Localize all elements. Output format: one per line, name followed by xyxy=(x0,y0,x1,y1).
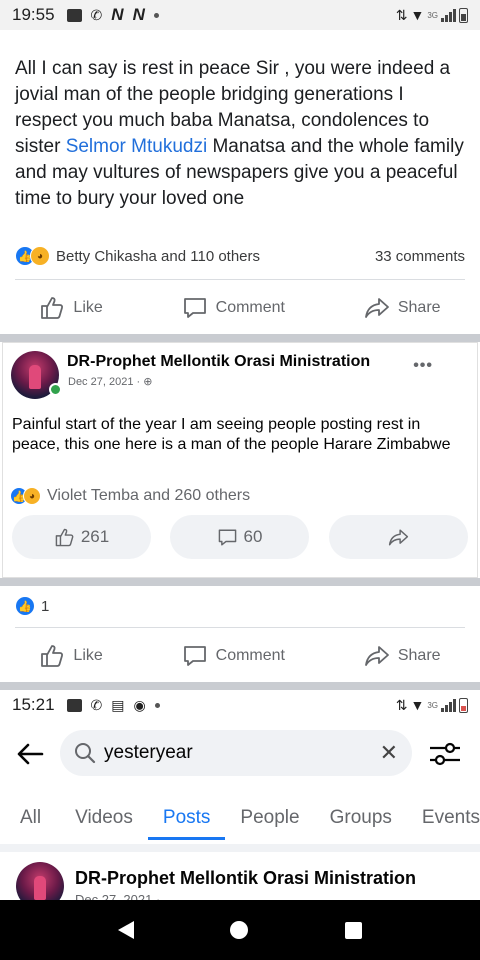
search-input[interactable] xyxy=(104,742,380,764)
reactions-row[interactable]: 👍 ◕ Betty Chikasha and 110 others 33 com… xyxy=(15,246,465,266)
comment-count: 60 xyxy=(243,527,263,546)
post-date: Dec 27, 2021 · ⊕ xyxy=(68,375,152,388)
gallery-notification-icon xyxy=(66,698,82,712)
news-notification-icon: N xyxy=(111,5,124,24)
like-count: 261 xyxy=(80,527,110,546)
android-nav-bar xyxy=(0,900,480,960)
share-icon xyxy=(364,646,389,666)
battery-icon xyxy=(459,697,468,713)
action-bar-2: Like Comment Share xyxy=(0,636,480,676)
data-transfer-icon: ⇅ xyxy=(395,697,408,713)
search-bar[interactable]: ✕ xyxy=(60,730,412,776)
wifi-icon: ▼ xyxy=(410,697,425,713)
comment-icon xyxy=(218,529,236,545)
news-notification-icon-2: N xyxy=(132,5,145,24)
sad-reaction-icon: ◕ xyxy=(30,246,50,266)
comment-label: Comment xyxy=(215,299,285,316)
mention-link[interactable]: Selmor Mtukudzi xyxy=(66,136,208,157)
gallery-notification-icon xyxy=(66,8,82,22)
comments-count[interactable]: 33 comments xyxy=(375,248,465,265)
share-label: Share xyxy=(397,647,441,664)
comment-button[interactable]: Comment xyxy=(182,295,285,321)
tab-groups[interactable]: Groups xyxy=(330,796,392,840)
reactions-row-2[interactable]: 👍 1 xyxy=(15,596,465,616)
tab-videos[interactable]: Videos xyxy=(75,796,133,840)
signal-icon xyxy=(441,8,456,22)
post-reactions-row[interactable]: 👍 ◕ Violet Temba and 260 others xyxy=(10,487,250,505)
messenger-icon: ◉ xyxy=(133,697,146,713)
data-transfer-icon: ⇅ xyxy=(395,7,408,23)
divider xyxy=(15,627,465,628)
like-count-button[interactable]: 261 xyxy=(12,515,151,559)
status-bar-top: 19:55 ✆ N N ⇅ ▼ 3G xyxy=(0,0,480,30)
share-button[interactable]: Share xyxy=(364,643,441,669)
wifi-icon: ▼ xyxy=(410,7,425,23)
battery-icon xyxy=(459,7,468,23)
tab-people[interactable]: People xyxy=(240,796,299,840)
share-label: Share xyxy=(397,299,441,316)
tabs-divider xyxy=(0,844,480,852)
section-separator xyxy=(0,682,480,690)
section-separator xyxy=(0,578,480,586)
more-notifications-icon xyxy=(154,702,160,708)
reaction-count[interactable]: 1 xyxy=(41,598,49,615)
filter-icon[interactable] xyxy=(428,738,462,770)
like-button[interactable]: Like xyxy=(39,295,103,321)
share-icon xyxy=(388,529,409,545)
whatsapp-icon: ✆ xyxy=(90,7,103,23)
whatsapp-icon: ✆ xyxy=(90,697,103,713)
like-label: Like xyxy=(73,299,103,316)
signal-icon xyxy=(441,698,456,712)
share-icon xyxy=(364,298,389,318)
reactions-summary[interactable]: Betty Chikasha and 110 others xyxy=(56,248,260,265)
online-indicator-icon xyxy=(49,383,62,396)
search-icon xyxy=(75,743,96,764)
result-author-name[interactable]: DR-Prophet Mellontik Orasi Ministration xyxy=(75,868,416,889)
like-button[interactable]: Like xyxy=(39,643,103,669)
like-icon xyxy=(41,645,64,667)
status-time: 15:21 xyxy=(12,695,55,714)
more-notifications-icon xyxy=(153,12,159,18)
like-icon xyxy=(55,528,74,546)
nav-back-icon[interactable] xyxy=(118,921,135,939)
message-notification-icon: ▤ xyxy=(111,697,125,713)
comment-label: Comment xyxy=(215,647,285,664)
tab-posts[interactable]: Posts xyxy=(148,796,225,840)
search-filter-tabs: All Videos Posts People Groups Events xyxy=(0,796,480,840)
comment-body: All I can say is rest in peace Sir , you… xyxy=(15,56,470,212)
like-reaction-icon: 👍 xyxy=(15,596,35,616)
back-arrow-icon[interactable] xyxy=(14,738,46,770)
more-options-button[interactable]: ••• xyxy=(413,357,433,375)
section-separator xyxy=(0,334,480,342)
post-text: Painful start of the year I am seeing pe… xyxy=(12,416,451,453)
share-button[interactable]: Share xyxy=(364,295,441,321)
comment-icon xyxy=(183,298,206,318)
share-pill-button[interactable] xyxy=(329,515,468,559)
tab-all[interactable]: All xyxy=(20,796,41,840)
network-type: 3G xyxy=(427,700,438,710)
globe-icon: ⊕ xyxy=(143,376,153,388)
divider xyxy=(15,279,465,280)
post-reactions-summary[interactable]: Violet Temba and 260 others xyxy=(47,487,250,505)
like-icon xyxy=(41,297,64,319)
action-bar: Like Comment Share xyxy=(0,288,480,328)
network-type: 3G xyxy=(427,10,438,20)
tab-events[interactable]: Events xyxy=(422,796,480,840)
sad-reaction-icon: ◕ xyxy=(23,487,41,505)
post-date-text: Dec 27, 2021 · xyxy=(68,376,141,388)
comment-icon xyxy=(183,646,206,666)
status-bar-second: 15:21 ✆ ▤ ◉ ⇅ ▼ 3G xyxy=(0,690,480,720)
comment-button[interactable]: Comment xyxy=(182,643,285,669)
post-author-name[interactable]: DR-Prophet Mellontik Orasi Ministration xyxy=(67,353,370,371)
comment-count-button[interactable]: 60 xyxy=(170,515,309,559)
status-time: 19:55 xyxy=(12,5,55,24)
nav-recents-icon[interactable] xyxy=(344,921,362,939)
clear-search-icon[interactable]: ✕ xyxy=(380,740,398,766)
shared-post-card[interactable]: DR-Prophet Mellontik Orasi Ministration … xyxy=(2,342,478,578)
like-label: Like xyxy=(73,647,103,664)
nav-home-icon[interactable] xyxy=(230,921,249,939)
